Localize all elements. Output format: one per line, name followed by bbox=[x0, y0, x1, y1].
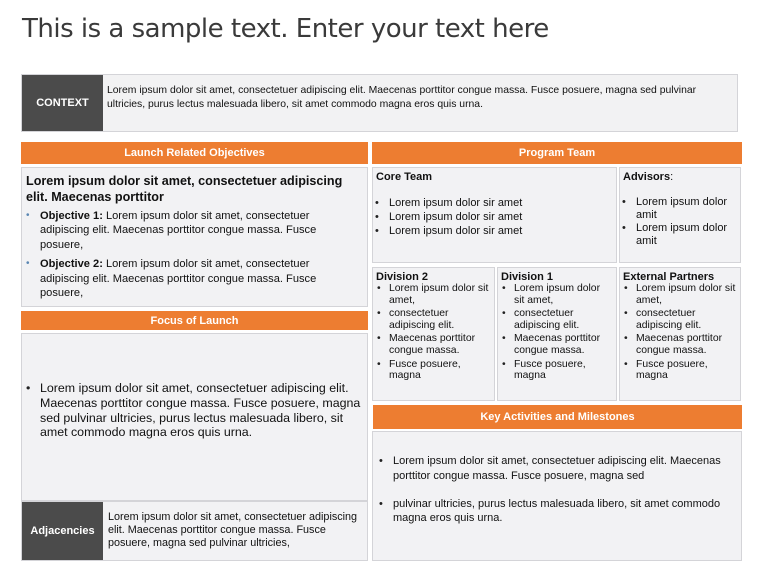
objectives-panel: Lorem ipsum dolor sit amet, consectetuer… bbox=[21, 167, 368, 307]
program-team-header: Program Team bbox=[372, 142, 742, 164]
advisors-title-suffix: : bbox=[670, 171, 674, 183]
focus-item: Lorem ipsum dolor sit amet, consectetuer… bbox=[26, 381, 361, 440]
external-partners-title: External Partners bbox=[623, 271, 715, 283]
advisors-panel: Advisors: Lorem ipsum dolor amit Lorem i… bbox=[619, 167, 741, 263]
division-2-title: Division 2 bbox=[376, 271, 428, 283]
division-1-item: consectetuer adipiscing elit. bbox=[502, 308, 613, 331]
adjacencies-label: Adjacencies bbox=[22, 502, 103, 560]
objectives-header: Launch Related Objectives bbox=[21, 142, 368, 164]
context-panel: CONTEXT Lorem ipsum dolor sit amet, cons… bbox=[21, 74, 738, 132]
objective-item: Objective 1: Lorem ipsum dolor sit amet,… bbox=[26, 209, 359, 252]
adjacencies-text: Lorem ipsum dolor sit amet, consectetuer… bbox=[108, 511, 358, 550]
core-team-list: Lorem ipsum dolor sir amet Lorem ipsum d… bbox=[373, 183, 616, 238]
focus-list: Lorem ipsum dolor sit amet, consectetuer… bbox=[26, 381, 361, 440]
objective-item: Objective 2: Lorem ipsum dolor sit amet,… bbox=[26, 257, 359, 300]
page-title: This is a sample text. Enter your text h… bbox=[22, 14, 549, 44]
division-1-item: Fusce posuere, magna bbox=[502, 359, 613, 382]
core-team-item: Lorem ipsum dolor sir amet bbox=[375, 210, 610, 224]
adjacencies-panel: Adjacencies Lorem ipsum dolor sit amet, … bbox=[21, 501, 368, 561]
division-2-item: Maecenas porttitor congue massa. bbox=[377, 333, 491, 356]
external-partners-item: Maecenas porttitor congue massa. bbox=[624, 333, 737, 356]
objectives-list: Objective 1: Lorem ipsum dolor sit amet,… bbox=[22, 205, 367, 300]
key-activity-item: Lorem ipsum dolor sit amet, consectetuer… bbox=[379, 454, 735, 484]
key-activity-item: pulvinar ultricies, purus lectus malesua… bbox=[379, 497, 735, 527]
division-1-title: Division 1 bbox=[501, 271, 553, 283]
division-2-panel: Division 2 Lorem ipsum dolor sit amet, c… bbox=[372, 267, 495, 401]
focus-header: Focus of Launch bbox=[21, 311, 368, 330]
division-2-item: Lorem ipsum dolor sit amet, bbox=[377, 283, 491, 306]
external-partners-panel: External Partners Lorem ipsum dolor sit … bbox=[619, 267, 741, 401]
core-team-title: Core Team bbox=[376, 171, 433, 183]
focus-panel: Lorem ipsum dolor sit amet, consectetuer… bbox=[21, 333, 368, 501]
advisors-list: Lorem ipsum dolor amit Lorem ipsum dolor… bbox=[620, 183, 740, 247]
division-2-item: consectetuer adipiscing elit. bbox=[377, 308, 491, 331]
objective-label: Objective 2: bbox=[40, 258, 103, 271]
external-partners-item: Fusce posuere, magna bbox=[624, 359, 737, 382]
external-partners-item: consectetuer adipiscing elit. bbox=[624, 308, 737, 331]
division-2-item: Fusce posuere, magna bbox=[377, 359, 491, 382]
context-label: CONTEXT bbox=[22, 75, 103, 131]
core-team-item: Lorem ipsum dolor sir amet bbox=[375, 224, 610, 238]
key-activities-list: Lorem ipsum dolor sit amet, consectetuer… bbox=[379, 454, 735, 539]
external-partners-item: Lorem ipsum dolor sit amet, bbox=[624, 283, 737, 306]
advisor-item: Lorem ipsum dolor amit bbox=[622, 196, 734, 221]
objectives-heading: Lorem ipsum dolor sit amet, consectetuer… bbox=[26, 174, 343, 204]
external-partners-list: Lorem ipsum dolor sit amet, consectetuer… bbox=[620, 283, 740, 382]
advisor-item: Lorem ipsum dolor amit bbox=[622, 222, 734, 247]
core-team-panel: Core Team Lorem ipsum dolor sir amet Lor… bbox=[372, 167, 617, 263]
context-text: Lorem ipsum dolor sit amet, consectetuer… bbox=[107, 85, 697, 110]
division-1-panel: Division 1 Lorem ipsum dolor sit amet, c… bbox=[497, 267, 617, 401]
division-1-item: Lorem ipsum dolor sit amet, bbox=[502, 283, 613, 306]
division-1-item: Maecenas porttitor congue massa. bbox=[502, 333, 613, 356]
core-team-item: Lorem ipsum dolor sir amet bbox=[375, 196, 610, 210]
division-2-list: Lorem ipsum dolor sit amet, consectetuer… bbox=[373, 283, 494, 382]
advisors-title-text: Advisors bbox=[623, 171, 671, 183]
key-activities-panel: Lorem ipsum dolor sit amet, consectetuer… bbox=[372, 431, 742, 561]
key-activities-header: Key Activities and Milestones bbox=[373, 405, 742, 429]
advisors-title: Advisors: bbox=[620, 168, 740, 183]
division-1-list: Lorem ipsum dolor sit amet, consectetuer… bbox=[498, 283, 616, 382]
objective-label: Objective 1: bbox=[40, 210, 103, 222]
